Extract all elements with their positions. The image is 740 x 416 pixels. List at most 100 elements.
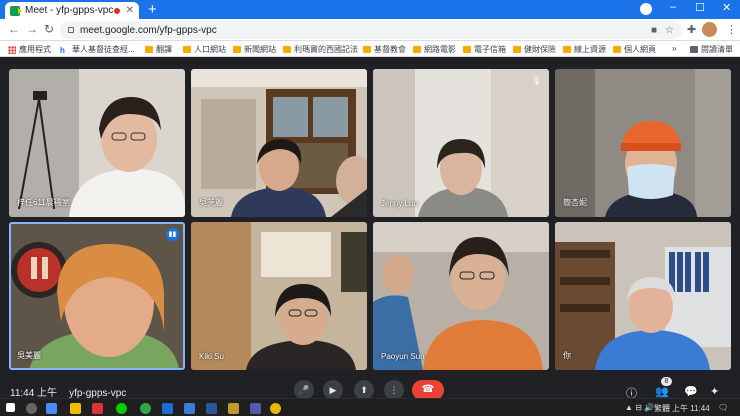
meeting-controls-bar: 11:44 上午 yfp-gpps-vpc 🎤 ▶ ⬆ ⋮ ☎ ⓘ 👥 8 💬 ✦ <box>0 376 740 400</box>
url-text[interactable]: meet.google.com/yfp-gpps-vpc <box>80 25 651 36</box>
back-icon[interactable]: ← <box>8 22 20 36</box>
folder-icon <box>463 46 471 53</box>
teams-icon[interactable] <box>250 403 261 414</box>
bookmark-folder[interactable]: 翻譯 <box>145 44 172 55</box>
participant-video <box>191 69 367 217</box>
tray-icons[interactable]: ▲ ⊟ 🔊 <box>625 403 654 412</box>
bookmark-folder[interactable]: 利瑪竇的西國記法 <box>283 44 358 55</box>
folder-icon <box>513 46 521 53</box>
chat-icon[interactable]: 💬 <box>684 385 698 398</box>
participant-tile-speaking[interactable]: ▮▮ 吳美麗 <box>9 222 185 370</box>
whatsapp-icon[interactable] <box>140 403 151 414</box>
participant-tile[interactable]: Kiki Su <box>191 222 367 370</box>
file-explorer-icon[interactable] <box>70 403 81 414</box>
reading-list[interactable]: 閱讀清單 <box>690 44 733 55</box>
bookmark-folder[interactable]: 人口網站 <box>183 44 226 55</box>
forward-icon[interactable]: → <box>26 22 38 36</box>
close-window-icon[interactable]: ✕ <box>722 1 731 14</box>
bookmark-folder[interactable]: 電子信箱 <box>463 44 506 55</box>
meet-stage: 梓任611晨禱室 吳芙麗 🎙 Jenny Luo 簡杏妮 ▮▮ 吳美麗 Kiki… <box>0 57 740 398</box>
bookmark-folder[interactable]: 個人網頁 <box>613 44 656 55</box>
browser-tab-meet[interactable]: Meet - yfp-gpps-vpc ✕ <box>5 2 139 19</box>
meet-favicon <box>10 5 22 16</box>
new-tab-button[interactable]: + <box>148 1 157 18</box>
notification-icon[interactable]: 🗨 <box>718 403 728 412</box>
participant-tile[interactable]: 簡杏妮 <box>555 69 731 217</box>
participant-name: 簡杏妮 <box>563 198 587 207</box>
folder-icon <box>233 46 241 53</box>
bookmark-star-icon[interactable]: ☆ <box>665 25 674 36</box>
chrome-menu-icon[interactable]: ⋮ <box>726 23 737 36</box>
participant-tile[interactable]: 梓任611晨禱室 <box>9 69 185 217</box>
line-icon[interactable] <box>116 403 127 414</box>
participant-video <box>9 69 185 217</box>
folder-icon <box>145 46 153 53</box>
activities-icon[interactable]: ✦ <box>710 385 719 398</box>
bookmark-folder[interactable]: 新聞網站 <box>233 44 276 55</box>
participant-name: 吳芙麗 <box>199 198 223 207</box>
participant-name: 梓任611晨禱室 <box>17 198 70 207</box>
tab-title: Meet - yfp-gpps-vpc <box>25 5 114 16</box>
participant-tile[interactable]: 吳芙麗 <box>191 69 367 217</box>
bookmark-apps[interactable]: 應用程式 <box>8 44 51 55</box>
leave-call-button[interactable]: ☎ <box>412 380 444 400</box>
bookmark-item[interactable]: h 華人基督徒查經... <box>60 44 135 55</box>
camera-icon[interactable]: ■ <box>651 25 657 36</box>
close-tab-icon[interactable]: ✕ <box>126 5 134 16</box>
bookmarks-bar: 應用程式 h 華人基督徒查經... 翻譯 人口網站 新聞網站 利瑪竇的西國記法 基… <box>0 41 740 57</box>
participant-name: Jenny Luo <box>381 199 418 208</box>
present-screen-button[interactable]: ⬆ <box>354 380 374 400</box>
speaking-indicator-icon: ▮▮ <box>166 228 179 241</box>
participant-name: Kiki Su <box>199 352 224 361</box>
participant-video <box>555 69 731 217</box>
participant-name: 吳美麗 <box>17 351 41 360</box>
maximize-icon[interactable]: ☐ <box>695 1 705 14</box>
bookmarks-overflow[interactable]: » <box>672 44 676 53</box>
windows-taskbar: ▲ ⊟ 🔊 繁體 上午 11:44 🗨 <box>0 398 740 416</box>
windows-start-icon[interactable] <box>6 403 15 412</box>
folder-icon <box>563 46 571 53</box>
more-options-button[interactable]: ⋮ <box>384 380 404 400</box>
participant-video <box>373 222 549 370</box>
taskbar-clock[interactable]: 上午 11:44 <box>672 403 710 414</box>
people-icon[interactable]: 👥 <box>655 385 669 398</box>
address-bar[interactable]: meet.google.com/yfp-gpps-vpc ■ ☆ <box>60 21 682 39</box>
extensions-icon[interactable]: ✚ <box>687 23 696 36</box>
camera-button[interactable]: ▶ <box>323 380 343 400</box>
app-icon[interactable] <box>92 403 103 414</box>
folder-icon <box>413 46 421 53</box>
participant-name: Paoyun Sun <box>381 352 425 361</box>
chrome-menu-download-icon[interactable] <box>640 3 652 15</box>
folder-icon <box>613 46 621 53</box>
participant-tile-self[interactable]: 你 <box>555 222 731 370</box>
search-icon[interactable] <box>26 403 37 414</box>
input-language[interactable]: 繁體 <box>654 403 670 414</box>
app-icon[interactable] <box>184 403 195 414</box>
profile-avatar[interactable] <box>702 22 717 37</box>
participant-tile[interactable]: Paoyun Sun <box>373 222 549 370</box>
bookmark-folder[interactable]: 基督教會 <box>363 44 406 55</box>
bookmark-folder[interactable]: 健財保險 <box>513 44 556 55</box>
folder-icon <box>283 46 291 53</box>
meeting-info: 11:44 上午 yfp-gpps-vpc <box>10 384 126 399</box>
folder-icon <box>183 46 191 53</box>
participant-name: 你 <box>563 351 571 360</box>
bookmark-folder[interactable]: 網路電影 <box>413 44 456 55</box>
participant-tile[interactable]: 🎙 Jenny Luo <box>373 69 549 217</box>
browser-tab-strip: Meet - yfp-gpps-vpc ✕ + – ☐ ✕ <box>0 0 740 19</box>
bookmark-folder[interactable]: 線上資源 <box>563 44 606 55</box>
lock-icon <box>68 27 74 33</box>
folder-icon[interactable] <box>228 403 239 414</box>
microphone-button[interactable]: 🎤 <box>294 380 314 400</box>
reading-list-icon <box>690 46 698 53</box>
hm-icon: h <box>60 45 65 55</box>
participant-video <box>9 222 185 370</box>
minimize-icon[interactable]: – <box>670 1 676 13</box>
recording-dot-icon <box>113 7 120 14</box>
word-icon[interactable] <box>206 403 217 414</box>
participant-video <box>555 222 731 370</box>
app-icon[interactable] <box>162 403 173 414</box>
reload-icon[interactable]: ↻ <box>44 22 54 36</box>
chrome-icon[interactable] <box>270 403 281 414</box>
taskview-icon[interactable] <box>46 403 57 414</box>
